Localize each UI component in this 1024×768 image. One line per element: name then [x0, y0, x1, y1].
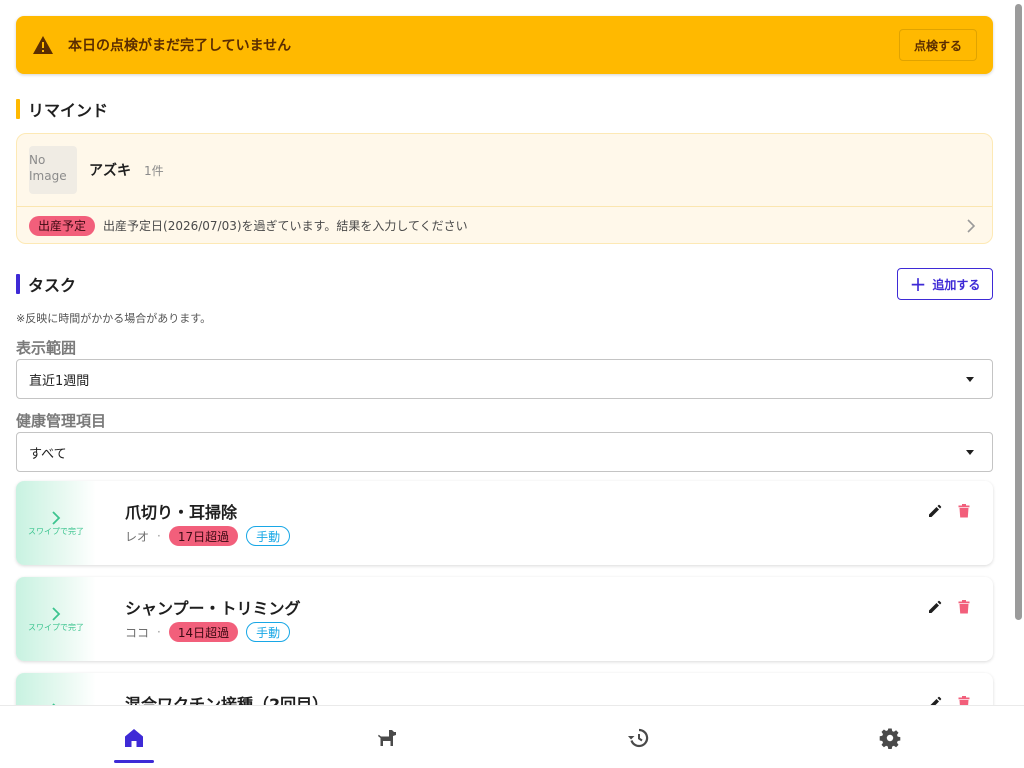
- section-accent-bar: [16, 99, 20, 119]
- overdue-badge: 17日超過: [168, 526, 239, 546]
- nav-home[interactable]: [6, 706, 262, 768]
- task-section-title: タスク: [16, 273, 76, 295]
- scrollbar-thumb[interactable]: [1015, 4, 1022, 620]
- category-label: 健康管理項目: [16, 412, 107, 430]
- remind-item-row[interactable]: 出産予定 出産予定日(2026/07/03)を過ぎています。結果を入力してくださ…: [17, 207, 992, 243]
- swipe-to-complete-area[interactable]: スワイプで完了: [16, 577, 96, 661]
- nav-pets[interactable]: [258, 706, 514, 768]
- range-select-value: 直近1週間: [29, 373, 90, 389]
- dropdown-caret-icon: [966, 450, 974, 455]
- reflection-note: ※反映に時間がかかる場合があります。: [16, 312, 212, 325]
- manual-badge: 手動: [246, 622, 291, 642]
- main-scroll-area[interactable]: 本日の点検がまだ完了していません 点検する リマインド No Image アズキ…: [0, 0, 1024, 705]
- alert-message: 本日の点検がまだ完了していません: [68, 38, 292, 54]
- edit-icon[interactable]: [928, 503, 942, 517]
- trash-icon[interactable]: [958, 599, 970, 614]
- overdue-badge: 14日超過: [168, 622, 239, 642]
- task-card[interactable]: スワイプで完了 シャンプー・トリミング ココ · 14日超過 手動: [16, 577, 993, 661]
- inspection-alert-banner: 本日の点検がまだ完了していません 点検する: [16, 16, 993, 74]
- birth-due-badge: 出産予定: [29, 215, 96, 236]
- task-meta: レオ · 17日超過 手動: [125, 526, 291, 546]
- remind-count: 1件: [144, 163, 164, 178]
- history-icon: [628, 728, 649, 747]
- remind-pet-row: No Image アズキ 1件: [17, 134, 992, 207]
- chevron-right-icon: [966, 218, 976, 233]
- task-pet-name: ココ: [125, 625, 150, 640]
- active-nav-indicator: [114, 760, 154, 763]
- home-content: 本日の点検がまだ完了していません 点検する リマインド No Image アズキ…: [16, 16, 993, 705]
- swipe-hint: スワイプで完了: [28, 622, 84, 632]
- manual-badge: 手動: [246, 526, 291, 546]
- swipe-to-complete-area[interactable]: スワイプで完了: [16, 481, 96, 565]
- chevron-right-icon: [51, 510, 61, 525]
- gear-icon: [879, 728, 901, 749]
- meta-separator: ·: [157, 529, 161, 543]
- inspect-button[interactable]: 点検する: [898, 29, 977, 61]
- category-select[interactable]: すべて: [16, 432, 993, 472]
- task-title: タスク: [28, 276, 77, 295]
- nav-history[interactable]: [510, 706, 766, 768]
- add-task-button[interactable]: + 追加する: [897, 268, 993, 300]
- edit-icon[interactable]: [928, 599, 942, 613]
- swipe-hint: スワイプで完了: [28, 526, 84, 536]
- bottom-navigation: [0, 705, 1024, 768]
- remind-pet-name: アズキ: [89, 163, 131, 179]
- edit-icon[interactable]: [928, 695, 942, 705]
- section-accent-bar: [16, 274, 20, 294]
- chevron-right-icon: [51, 606, 61, 621]
- task-card[interactable]: スワイプで完了 混合ワクチン接種（2回目）: [16, 673, 993, 705]
- remind-message: 出産予定日(2026/07/03)を過ぎています。結果を入力してください: [103, 219, 468, 233]
- dropdown-caret-icon: [966, 377, 974, 382]
- plus-icon: +: [909, 272, 927, 296]
- no-image-text-line2: Image: [29, 169, 67, 183]
- task-title: シャンプー・トリミング: [125, 599, 301, 618]
- task-title: 混合ワクチン接種（2回目）: [125, 695, 329, 705]
- remind-title: リマインド: [28, 101, 109, 120]
- remind-card: No Image アズキ 1件 出産予定 出産予定日(2026/07/03)を過…: [16, 133, 993, 244]
- task-meta: ココ · 14日超過 手動: [125, 622, 291, 642]
- home-icon: [125, 728, 143, 747]
- trash-icon[interactable]: [958, 695, 970, 705]
- warning-icon: [32, 34, 54, 56]
- remind-section-title: リマインド: [16, 98, 993, 120]
- nav-settings[interactable]: [762, 706, 1018, 768]
- range-select[interactable]: 直近1週間: [16, 359, 993, 399]
- meta-separator: ·: [157, 625, 161, 639]
- dog-icon: [378, 729, 396, 746]
- trash-icon[interactable]: [958, 503, 970, 518]
- swipe-to-complete-area[interactable]: スワイプで完了: [16, 673, 96, 705]
- no-image-text-line1: No: [29, 153, 46, 167]
- add-task-label: 追加する: [932, 277, 981, 292]
- task-pet-name: レオ: [125, 529, 150, 544]
- task-section-header: タスク + 追加する: [16, 268, 993, 300]
- range-label: 表示範囲: [16, 339, 77, 357]
- task-title: 爪切り・耳掃除: [125, 503, 238, 522]
- pet-avatar-placeholder: No Image: [29, 146, 77, 194]
- category-select-value: すべて: [29, 446, 67, 462]
- task-card[interactable]: スワイプで完了 爪切り・耳掃除 レオ · 17日超過 手動: [16, 481, 993, 565]
